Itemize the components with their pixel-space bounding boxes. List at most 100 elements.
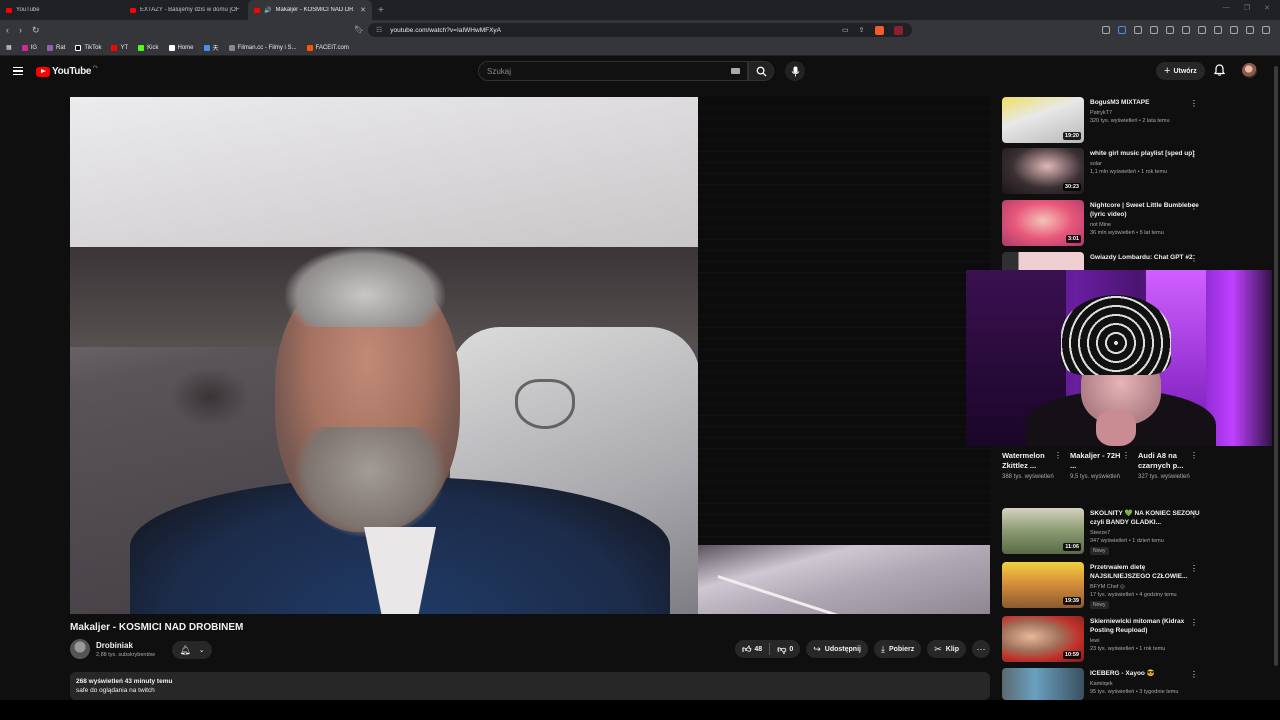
sidebar-toggle-icon[interactable] <box>1198 26 1206 34</box>
voice-search-button[interactable] <box>785 61 805 81</box>
keyboard-icon[interactable] <box>731 68 740 74</box>
video-thumbnail[interactable]: 3:01 <box>1002 200 1084 246</box>
more-vertical-icon[interactable]: ⋮ <box>1190 451 1198 460</box>
hamburger-menu-icon[interactable] <box>13 67 23 75</box>
search-button[interactable] <box>748 61 774 81</box>
restore-icon[interactable]: ❐ <box>1244 4 1250 12</box>
back-icon[interactable]: ‹ <box>6 25 9 35</box>
channel-name[interactable]: BFYM Chef ◎ <box>1090 583 1202 591</box>
bookmark-item[interactable]: FACEIT.com <box>306 44 349 51</box>
share-page-icon[interactable]: ⇪ <box>859 27 865 34</box>
brave-shield-icon[interactable] <box>874 25 884 35</box>
more-vertical-icon[interactable]: ⋮ <box>1190 670 1198 679</box>
create-button[interactable]: + Utwórz <box>1156 62 1205 80</box>
more-vertical-icon[interactable]: ⋮ <box>1190 254 1198 263</box>
share-button[interactable]: ↪ Udostępnij <box>806 640 868 658</box>
extension-icon[interactable] <box>1150 26 1158 34</box>
close-window-icon[interactable]: ✕ <box>1264 4 1270 12</box>
channel-name[interactable]: not Mine <box>1090 221 1202 229</box>
extension-icon[interactable] <box>1134 26 1142 34</box>
recommended-video[interactable]: 19:20 BoguśM3 MIXTAPE PatrykT7 320 tys. wy… <box>1002 97 1202 143</box>
more-vertical-icon[interactable]: ⋮ <box>1190 564 1198 573</box>
bookmark-item[interactable]: Filman.cc - Filmy i S... <box>228 44 297 51</box>
recommended-video[interactable]: 30:23 white girl music playlist [sped up… <box>1002 148 1202 194</box>
download-button[interactable]: ⤓ Pobierz <box>873 640 922 658</box>
short-title[interactable]: Makaljer - 72H ... <box>1070 451 1122 471</box>
video-title[interactable]: white girl music playlist [sped up] <box>1090 149 1202 158</box>
more-vertical-icon[interactable]: ⋮ <box>1190 99 1198 108</box>
video-title[interactable]: BoguśM3 MIXTAPE <box>1090 98 1202 107</box>
extension-icon[interactable] <box>1102 26 1110 34</box>
recommended-video[interactable]: 10:59 Skierniewicki mitoman (Kidrax Post… <box>1002 616 1202 662</box>
video-title[interactable]: Skierniewicki mitoman (Kidrax Posting Re… <box>1090 617 1202 635</box>
search-input[interactable]: Szukaj <box>478 61 748 81</box>
extension-icon[interactable] <box>1118 26 1126 34</box>
bookmark-item[interactable]: Home <box>168 44 194 51</box>
channel-name[interactable]: PatrykT7 <box>1090 109 1202 117</box>
bookmark-icon[interactable]: 🔖︎ <box>354 25 364 34</box>
bookmark-item[interactable]: TikTok <box>75 44 101 51</box>
short-item[interactable]: Watermelon Zkittlez ... 388 tys. wyświet… <box>1002 451 1066 482</box>
extension-icon[interactable] <box>1166 26 1174 34</box>
cast-icon[interactable]: ▭ <box>842 27 849 34</box>
video-title[interactable]: ICEBERG - Xayoo 😎 <box>1090 669 1202 678</box>
wallet-icon[interactable] <box>1214 26 1222 34</box>
browser-tab-active[interactable]: 🔊 Makaljer - KOSMICI NAD DR ✕ <box>248 0 372 20</box>
apps-icon[interactable]: ▦ <box>6 44 12 51</box>
page-scrollbar[interactable] <box>1272 56 1280 700</box>
recommended-video[interactable]: 19:39 Przetrwałem dietę NAJSILNIEJSZEGO … <box>1002 562 1202 609</box>
youtube-logo[interactable]: YouTube PL <box>36 64 98 77</box>
menu-icon[interactable] <box>1262 26 1270 34</box>
leo-icon[interactable] <box>1230 26 1238 34</box>
forward-icon[interactable]: › <box>19 25 22 35</box>
bookmark-item[interactable]: Rat <box>47 44 65 51</box>
reload-icon[interactable]: ↻ <box>32 25 40 35</box>
bookmark-item[interactable]: Kick <box>138 44 159 51</box>
description-box[interactable]: 268 wyświetleń 43 minuty temu safe do og… <box>70 672 990 700</box>
more-vertical-icon[interactable]: ⋮ <box>1190 618 1198 627</box>
notifications-bell-icon[interactable] <box>1214 64 1225 76</box>
video-player[interactable] <box>70 97 990 614</box>
clip-button[interactable]: ✂ Klip <box>927 640 967 658</box>
account-avatar[interactable] <box>1242 63 1257 78</box>
more-vertical-icon[interactable]: ⋮ <box>1190 202 1198 211</box>
audio-playing-icon[interactable]: 🔊 <box>264 7 271 14</box>
video-thumbnail[interactable]: 19:39 <box>1002 562 1084 608</box>
channel-name[interactable]: solar <box>1090 160 1202 168</box>
recommended-video[interactable]: Gwiazdy Lombardu: Chat GPT #2 ⋮ <box>1002 252 1202 270</box>
minimize-icon[interactable]: — <box>1223 4 1230 12</box>
subscription-notifications-button[interactable]: 🔔︎ ⌄ <box>172 641 212 659</box>
bookmark-item[interactable]: 天 <box>203 43 219 52</box>
more-vertical-icon[interactable]: ⋮ <box>1122 451 1130 460</box>
recommended-video[interactable]: 11:06 SKOLNITY 💚 NA KONIEC SEZONU czyli … <box>1002 508 1202 555</box>
video-thumbnail[interactable]: 10:59 <box>1002 616 1084 662</box>
browser-tab[interactable]: YouTube <box>0 0 124 20</box>
bookmark-item[interactable]: YT <box>111 44 128 51</box>
scrollbar-thumb[interactable] <box>1274 66 1278 666</box>
short-item[interactable]: Audi A8 na czarnych p... 327 tys. wyświe… <box>1138 451 1202 482</box>
new-tab-icon[interactable]: + <box>378 5 384 16</box>
recommended-video[interactable]: 3:01 Nightcore | Sweet Little Bumblebee … <box>1002 200 1202 246</box>
site-info-icon[interactable]: ☷ <box>376 26 382 34</box>
video-title[interactable]: Nightcore | Sweet Little Bumblebee (lyri… <box>1090 201 1202 219</box>
bookmark-item[interactable]: IG <box>21 44 37 51</box>
video-thumbnail[interactable]: 30:23 <box>1002 148 1084 194</box>
music-icon[interactable] <box>1182 26 1190 34</box>
video-thumbnail[interactable]: 11:06 <box>1002 508 1084 554</box>
browser-tab[interactable]: EXTAZY - Balujemy dziś w domu [OF <box>124 0 248 20</box>
recommended-video[interactable]: ICEBERG - Xayoo 😎 Kamiiqek 95 tys. wyświet… <box>1002 668 1202 700</box>
more-vertical-icon[interactable]: ⋮ <box>1190 150 1198 159</box>
like-button[interactable]: 👍︎ 48 <box>735 644 769 655</box>
channel-name[interactable]: Drobiniak <box>96 641 133 650</box>
video-title[interactable]: Przetrwałem dietę NAJSILNIEJSZEGO CZŁOWI… <box>1090 563 1202 581</box>
video-thumbnail[interactable]: 19:20 <box>1002 97 1084 143</box>
short-item[interactable]: Makaljer - 72H ... 9,5 tys. wyświetleń ⋮ <box>1070 451 1134 482</box>
channel-avatar[interactable] <box>70 639 90 659</box>
video-title[interactable]: SKOLNITY 💚 NA KONIEC SEZONU czyli BANDY … <box>1090 509 1202 527</box>
address-bar[interactable]: ☷ youtube.com/watch?v=IaIWHwMFXyA <box>368 23 912 37</box>
rewards-icon[interactable] <box>893 25 903 35</box>
video-thumbnail[interactable] <box>1002 668 1084 700</box>
short-title[interactable]: Audi A8 na czarnych p... <box>1138 451 1190 471</box>
vpn-icon[interactable] <box>1246 26 1254 34</box>
channel-name[interactable]: Kamiiqek <box>1090 680 1202 688</box>
